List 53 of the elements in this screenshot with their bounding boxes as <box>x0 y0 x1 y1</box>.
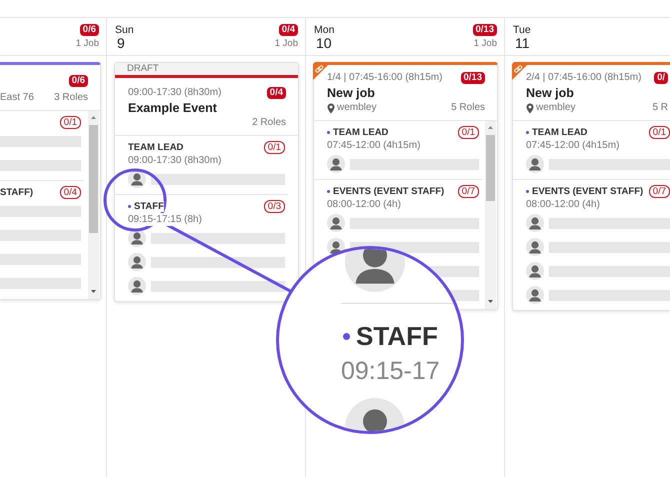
count-badge: 0/3 <box>264 200 285 212</box>
job-title: Example Event <box>128 100 218 116</box>
job-location: wembley <box>536 101 576 115</box>
role-name: STAFF <box>134 200 164 212</box>
role-name: EVENTS (EVENT STAFF) <box>532 186 644 196</box>
role-name: EVENTS (EVENT STAFF) <box>333 186 444 196</box>
job-location: wembley <box>337 101 376 115</box>
role-time: 08:00-12:00 (4h) <box>526 198 600 211</box>
role-count: 3 Roles <box>54 91 88 105</box>
job-title: New job <box>327 85 376 101</box>
count-badge: 0/1 <box>264 140 285 154</box>
role-name: TEAM LEAD <box>128 142 184 152</box>
role-time: 07:45-12:00 (4h15m) <box>526 139 620 152</box>
count-badge: 0/13 <box>460 72 485 84</box>
role-time: 08:00-12:00 (4h) <box>327 198 401 211</box>
draft-label: DRAFT <box>115 63 298 75</box>
count-badge: 0/6 <box>80 24 99 36</box>
count-badge: 0/7 <box>648 184 670 198</box>
count-badge: 0/13 <box>472 24 497 36</box>
job-count: 1 Job <box>474 38 497 49</box>
count-badge: 0/4 <box>266 87 286 99</box>
count-badge: 0/1 <box>60 116 81 128</box>
day-name: Tue <box>513 24 531 36</box>
job-location: East 76 <box>0 91 34 105</box>
job-time: 09:00-17:30 (8h30m) <box>128 86 222 100</box>
job-count: 1 Job <box>76 38 99 49</box>
count-badge: 0/6 <box>68 75 88 87</box>
role-time: 07:45-12:00 (4h15m) <box>327 139 420 152</box>
day-name: Sun <box>115 24 134 36</box>
role-count: 5 R <box>652 101 668 115</box>
count-badge: 0/1 <box>458 126 479 138</box>
role-count: 2 Roles <box>252 116 286 130</box>
day-date: 10 <box>315 36 333 51</box>
role-name: STAFF) <box>0 186 34 198</box>
count-badge: 0/1 <box>648 126 670 138</box>
count-badge: 0/7 <box>458 184 479 198</box>
count-badge: 0/4 <box>278 24 298 36</box>
day-name: Mon <box>314 24 334 36</box>
job-time: 2/4 | 07:45-16:00 (8h15m) <box>526 71 642 85</box>
day-date: 9 <box>116 36 126 51</box>
role-name: TEAM LEAD <box>532 126 588 138</box>
job-count: 1 Job <box>274 38 298 49</box>
job-title: New job <box>526 85 575 101</box>
role-time: 09:15-17 <box>341 356 441 386</box>
day-date: 11 <box>514 36 531 51</box>
role-name: TEAM LEAD <box>333 126 388 138</box>
role-name: STAFF <box>356 320 438 352</box>
role-time: 09:00-17:30 (8h30m) <box>128 154 222 167</box>
count-badge: 0/ <box>654 72 668 84</box>
role-count: 5 Roles <box>451 101 485 115</box>
role-time: 09:15-17:15 (8h) <box>128 213 202 226</box>
job-time: 1/4 | 07:45-16:00 (8h15m) <box>327 71 442 85</box>
count-badge: 0/4 <box>60 186 81 198</box>
